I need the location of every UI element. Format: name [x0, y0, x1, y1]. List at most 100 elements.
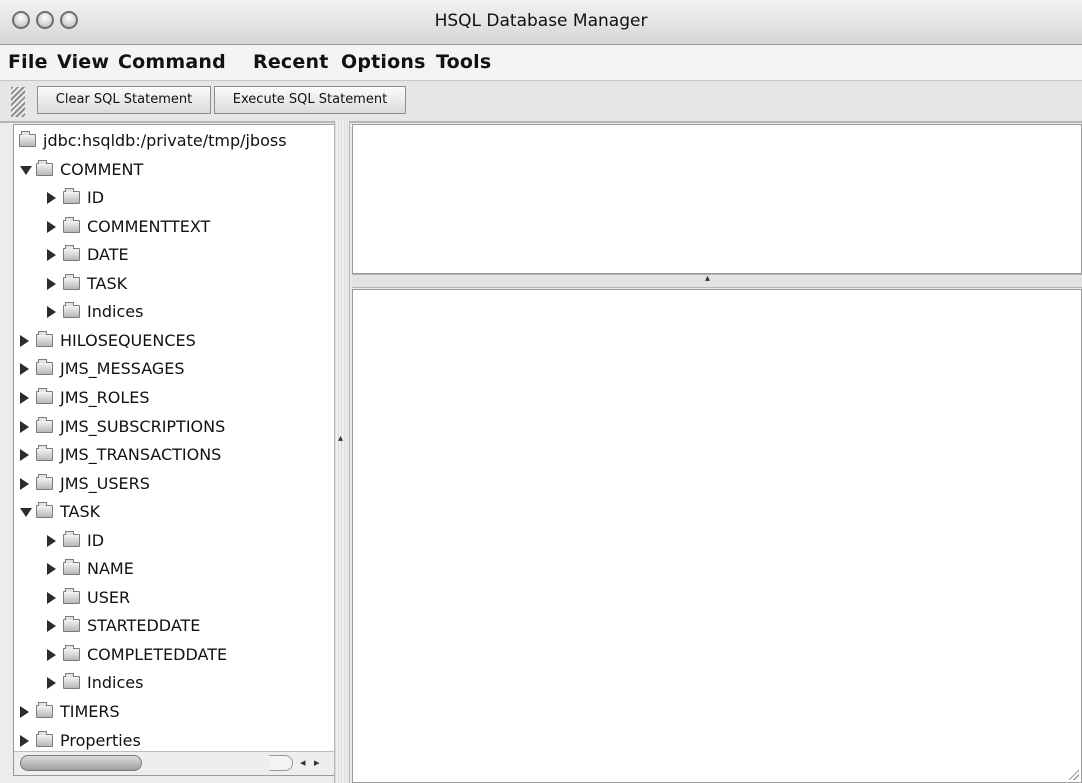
sql-statement-editor[interactable]	[352, 124, 1082, 274]
disclosure-collapsed-icon[interactable]	[20, 734, 29, 747]
folder-icon	[36, 702, 53, 718]
tree-node[interactable]: Indices	[14, 669, 332, 697]
folder-icon	[36, 730, 53, 747]
tree-node[interactable]: JMS_TRANSACTIONS	[14, 441, 332, 469]
menu-view[interactable]: View	[57, 51, 109, 73]
disclosure-expanded-icon[interactable]	[20, 165, 32, 175]
folder-icon	[36, 473, 53, 490]
tree-node[interactable]: HILOSEQUENCES	[14, 327, 332, 355]
disclosure-collapsed-icon[interactable]	[47, 249, 56, 262]
database-tree[interactable]: jdbc:hsqldb:/private/tmp/jboss COMMENT ID C…	[13, 124, 335, 776]
horizontal-split-divider[interactable]: ▴	[352, 273, 1082, 288]
disclosure-collapsed-icon[interactable]	[20, 420, 29, 433]
disclosure-collapsed-icon[interactable]	[47, 677, 56, 690]
folder-icon	[63, 587, 80, 604]
menu-command[interactable]: Command	[118, 51, 226, 73]
execute-sql-button[interactable]: Execute SQL Statement	[214, 86, 406, 114]
tree-node[interactable]: ID	[14, 527, 332, 555]
disclosure-collapsed-icon[interactable]	[47, 563, 56, 576]
disclosure-collapsed-icon[interactable]	[20, 391, 29, 404]
tree-node[interactable]: USER	[14, 584, 332, 612]
tree-node[interactable]: TIMERS	[14, 698, 332, 726]
tree-node[interactable]: COMMENTTEXT	[14, 213, 332, 241]
tree-node-label: jdbc:hsqldb:/private/tmp/jboss	[43, 131, 287, 150]
tree-node[interactable]: TASK	[14, 498, 332, 526]
tree-node-label: ID	[87, 530, 105, 550]
disclosure-collapsed-icon[interactable]	[47, 534, 56, 547]
tree-node-label: JMS_MESSAGES	[60, 359, 185, 379]
tree-node-label: JMS_SUBSCRIPTIONS	[60, 416, 226, 436]
tree-node-label: JMS_TRANSACTIONS	[60, 445, 222, 465]
tree-node[interactable]: NAME	[14, 555, 332, 583]
tree-node-label: Properties	[60, 730, 141, 750]
menu-tools[interactable]: Tools	[436, 51, 491, 73]
tree-node-label: DATE	[87, 245, 129, 265]
menu-bar: File View Command Recent Options Tools	[0, 45, 1082, 81]
toolbar: Clear SQL Statement Execute SQL Statemen…	[0, 81, 1082, 123]
disclosure-collapsed-icon[interactable]	[47, 620, 56, 633]
menu-recent[interactable]: Recent	[253, 51, 328, 73]
clear-sql-button[interactable]: Clear SQL Statement	[37, 86, 211, 114]
window-title: HSQL Database Manager	[434, 11, 648, 31]
menu-options[interactable]: Options	[341, 51, 426, 73]
folder-icon	[63, 616, 80, 633]
collapse-arrow-icon[interactable]: ▴	[705, 273, 710, 284]
tree-node-label: NAME	[87, 559, 134, 579]
tree-node[interactable]: COMMENT	[14, 156, 332, 184]
tree-node[interactable]: ID	[14, 184, 332, 212]
folder-icon	[36, 445, 53, 462]
tree-node[interactable]: JMS_ROLES	[14, 384, 332, 412]
tree-node[interactable]: jdbc:hsqldb:/private/tmp/jboss	[14, 127, 332, 155]
disclosure-collapsed-icon[interactable]	[47, 220, 56, 233]
tree-node[interactable]: STARTEDDATE	[14, 612, 332, 640]
tree-node[interactable]: TASK	[14, 270, 332, 298]
scroll-right-icon[interactable]: ▸	[314, 756, 320, 769]
folder-icon	[36, 387, 53, 404]
folder-icon	[63, 216, 80, 233]
disclosure-collapsed-icon[interactable]	[20, 477, 29, 490]
folder-icon	[63, 644, 80, 661]
tree-node[interactable]: JMS_USERS	[14, 470, 332, 498]
folder-icon	[63, 273, 80, 290]
vertical-split-divider[interactable]: ▴	[334, 121, 350, 783]
disclosure-collapsed-icon[interactable]	[20, 706, 29, 718]
tree-node[interactable]: JMS_SUBSCRIPTIONS	[14, 413, 332, 441]
tree-node-label: Indices	[87, 673, 144, 693]
folder-icon	[63, 188, 80, 205]
tree-node-label: COMMENTTEXT	[87, 216, 211, 236]
disclosure-collapsed-icon[interactable]	[20, 334, 29, 347]
scroll-thumb[interactable]	[20, 755, 142, 771]
resize-grip-icon[interactable]	[1067, 768, 1079, 780]
tree-node[interactable]: DATE	[14, 241, 332, 269]
scroll-track-end	[269, 755, 293, 771]
tree-node-label: STARTEDDATE	[87, 616, 201, 636]
tree-node-label: TASK	[87, 273, 128, 293]
tree-node-label: JMS_USERS	[60, 473, 150, 493]
tree-horizontal-scrollbar[interactable]: ◂ ▸	[14, 751, 334, 775]
folder-icon	[36, 159, 53, 176]
tree-node[interactable]: JMS_MESSAGES	[14, 355, 332, 383]
tree-node[interactable]: Indices	[14, 298, 332, 326]
tree-node-label: Indices	[87, 302, 144, 322]
tree-node-label: COMMENT	[60, 159, 144, 179]
disclosure-collapsed-icon[interactable]	[47, 277, 56, 290]
collapse-arrow-icon[interactable]: ▴	[338, 433, 343, 444]
folder-icon	[19, 131, 36, 147]
disclosure-collapsed-icon[interactable]	[47, 591, 56, 604]
disclosure-collapsed-icon[interactable]	[20, 363, 29, 376]
scroll-left-icon[interactable]: ◂	[300, 756, 306, 769]
disclosure-expanded-icon[interactable]	[20, 508, 32, 518]
tree-node-label: TASK	[60, 502, 101, 522]
title-bar: HSQL Database Manager	[0, 0, 1082, 45]
tree-node-label: ID	[87, 188, 105, 208]
disclosure-collapsed-icon[interactable]	[47, 648, 56, 661]
tree-node-label: HILOSEQUENCES	[60, 330, 196, 350]
menu-file[interactable]: File	[8, 51, 48, 73]
disclosure-collapsed-icon[interactable]	[47, 192, 56, 205]
toolbar-grip-icon[interactable]	[11, 87, 25, 117]
tree-node[interactable]: COMPLETEDDATE	[14, 641, 332, 669]
disclosure-collapsed-icon[interactable]	[47, 306, 56, 319]
disclosure-collapsed-icon[interactable]	[20, 449, 29, 462]
folder-icon	[63, 559, 80, 576]
results-pane[interactable]	[352, 289, 1082, 783]
